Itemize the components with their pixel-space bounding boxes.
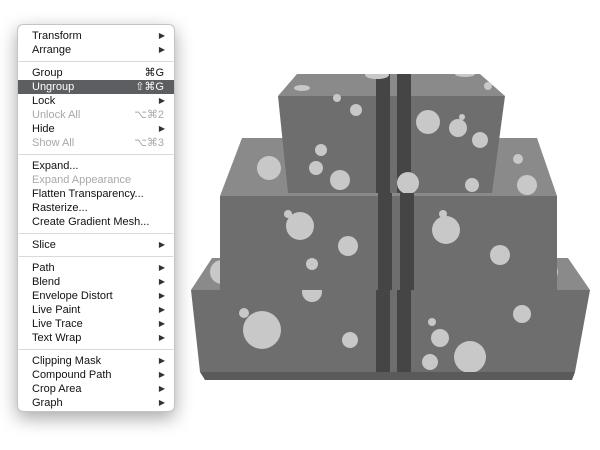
- menu-item-label: Group: [32, 67, 63, 79]
- object-context-menu[interactable]: Transform ▶ Arrange ▶ Group ⌘G Ungroup ⇧⌘G Lock ▶…: [17, 24, 175, 412]
- menu-item-label: Slice: [32, 239, 56, 251]
- menu-item-label: Compound Path: [32, 369, 112, 381]
- menu-item-crop-area[interactable]: Crop Area ▶: [18, 382, 174, 396]
- menu-item-group[interactable]: Group ⌘G: [18, 66, 174, 80]
- submenu-arrow-icon: ▶: [158, 291, 165, 300]
- submenu-arrow-icon: ▶: [158, 356, 165, 365]
- menu-item-shortcut: ⌘G: [144, 67, 164, 79]
- submenu-arrow-icon: ▶: [158, 384, 165, 393]
- menu-item-arrange[interactable]: Arrange ▶: [18, 43, 174, 57]
- submenu-arrow-icon: ▶: [158, 319, 165, 328]
- menu-item-ungroup[interactable]: Ungroup ⇧⌘G: [18, 80, 174, 94]
- menu-item-shortcut: ⌥⌘2: [134, 109, 164, 121]
- submenu-arrow-icon: ▶: [158, 124, 165, 133]
- menu-item-label: Envelope Distort: [32, 290, 113, 302]
- menu-item-label: Clipping Mask: [32, 355, 102, 367]
- submenu-arrow-icon: ▶: [158, 277, 165, 286]
- menu-item-transform[interactable]: Transform ▶: [18, 29, 174, 43]
- menu-item-text-wrap[interactable]: Text Wrap ▶: [18, 331, 174, 345]
- menu-item-label: Ungroup: [32, 81, 75, 93]
- menu-item-expand-appearance: Expand Appearance: [18, 173, 174, 187]
- cake-tier-top[interactable]: [278, 70, 505, 195]
- menu-item-label: Expand...: [32, 160, 79, 172]
- menu-item-label: Hide: [32, 123, 55, 135]
- menu-item-label: Path: [32, 262, 55, 274]
- menu-item-hide[interactable]: Hide ▶: [18, 122, 174, 136]
- menu-item-create-gradient-mesh[interactable]: Create Gradient Mesh...: [18, 215, 174, 229]
- menu-item-blend[interactable]: Blend ▶: [18, 275, 174, 289]
- menu-item-expand[interactable]: Expand...: [18, 159, 174, 173]
- menu-item-label: Lock: [32, 95, 56, 107]
- menu-item-live-paint[interactable]: Live Paint ▶: [18, 303, 174, 317]
- menu-item-label: Graph: [32, 397, 63, 409]
- menu-item-label: Flatten Transparency...: [32, 188, 144, 200]
- menu-item-label: Expand Appearance: [32, 174, 132, 186]
- menu-item-compound-path[interactable]: Compound Path ▶: [18, 368, 174, 382]
- submenu-arrow-icon: ▶: [158, 31, 165, 40]
- menu-item-envelope-distort[interactable]: Envelope Distort ▶: [18, 289, 174, 303]
- menu-item-live-trace[interactable]: Live Trace ▶: [18, 317, 174, 331]
- menu-item-label: Text Wrap: [32, 332, 82, 344]
- menu-item-label: Transform: [32, 30, 82, 42]
- submenu-arrow-icon: ▶: [158, 45, 165, 54]
- menu-item-label: Create Gradient Mesh...: [32, 216, 150, 228]
- menu-item-slice[interactable]: Slice ▶: [18, 238, 174, 252]
- menu-item-label: Unlock All: [32, 109, 81, 121]
- menu-item-shortcut: ⌥⌘3: [134, 137, 164, 149]
- menu-item-label: Rasterize...: [32, 202, 88, 214]
- submenu-arrow-icon: ▶: [158, 96, 165, 105]
- menu-item-flatten-transparency[interactable]: Flatten Transparency...: [18, 187, 174, 201]
- submenu-arrow-icon: ▶: [158, 305, 165, 314]
- menu-separator: [19, 233, 173, 234]
- menu-item-path[interactable]: Path ▶: [18, 261, 174, 275]
- menu-item-label: Blend: [32, 276, 61, 288]
- menu-item-label: Live Paint: [32, 304, 81, 316]
- menu-item-lock[interactable]: Lock ▶: [18, 94, 174, 108]
- menu-item-rasterize[interactable]: Rasterize...: [18, 201, 174, 215]
- submenu-arrow-icon: ▶: [158, 370, 165, 379]
- submenu-arrow-icon: ▶: [158, 333, 165, 342]
- menu-item-graph[interactable]: Graph ▶: [18, 396, 174, 410]
- menu-item-label: Show All: [32, 137, 75, 149]
- submenu-arrow-icon: ▶: [158, 263, 165, 272]
- menu-item-unlock-all: Unlock All ⌥⌘2: [18, 108, 174, 122]
- menu-separator: [19, 256, 173, 257]
- menu-item-show-all: Show All ⌥⌘3: [18, 136, 174, 150]
- menu-item-label: Live Trace: [32, 318, 83, 330]
- menu-item-label: Crop Area: [32, 383, 82, 395]
- submenu-arrow-icon: ▶: [158, 398, 165, 407]
- menu-separator: [19, 349, 173, 350]
- menu-item-label: Arrange: [32, 44, 72, 56]
- menu-separator: [19, 61, 173, 62]
- menu-item-shortcut: ⇧⌘G: [135, 81, 164, 93]
- menu-item-clipping-mask[interactable]: Clipping Mask ▶: [18, 354, 174, 368]
- menu-separator: [19, 154, 173, 155]
- submenu-arrow-icon: ▶: [158, 240, 165, 249]
